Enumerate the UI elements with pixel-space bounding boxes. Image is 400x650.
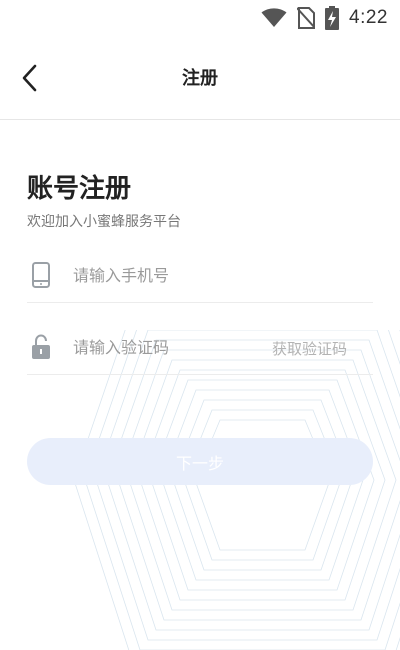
page-title: 注册	[182, 68, 218, 89]
register-subheading: 欢迎加入小蜜蜂服务平台	[27, 214, 181, 230]
lock-icon	[29, 334, 53, 359]
phone-input[interactable]	[71, 258, 305, 292]
verification-code-field: 获取验证码	[27, 318, 373, 375]
register-heading: 账号注册	[27, 174, 132, 204]
nav-bar: 注册	[0, 36, 400, 120]
no-sim-icon	[297, 7, 316, 29]
get-code-button[interactable]: 获取验证码	[272, 338, 347, 359]
battery-charging-icon	[325, 6, 340, 30]
verification-code-input[interactable]	[71, 330, 305, 364]
status-time: 4:22	[349, 7, 388, 28]
next-button[interactable]: 下一步	[27, 438, 373, 485]
hexagon-pattern-background	[73, 330, 400, 650]
phone-field	[27, 246, 373, 303]
wifi-icon	[261, 8, 287, 27]
status-icons: 4:22	[261, 5, 388, 31]
status-bar: 4:22	[0, 0, 400, 36]
phone-icon	[29, 262, 53, 288]
